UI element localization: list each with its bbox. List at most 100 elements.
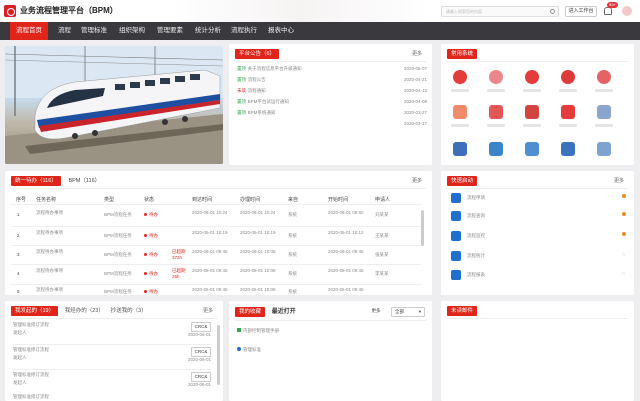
app-icon [451, 270, 461, 280]
bell-icon[interactable] [604, 7, 612, 15]
list-item[interactable]: 未读 流程通知 2020-04-13 [237, 88, 427, 99]
list-item[interactable]: 管理标准 [237, 347, 261, 353]
favorites-card: 我的收藏 最近打开 更多 全部 ▾ 内部控制管理手册 管理标准 [229, 301, 432, 401]
app-icon [451, 193, 461, 203]
app-icon[interactable] [525, 105, 539, 119]
list-item[interactable]: 内部控制管理手册 [237, 328, 279, 334]
list-item[interactable]: 置顶 BPM系统通知 2020-03-27 [237, 110, 427, 121]
list-item[interactable]: 流程统计 ☆ [451, 249, 626, 263]
app-icon[interactable] [597, 70, 611, 84]
nav-execution[interactable]: 流程执行 [231, 22, 257, 40]
main-nav: 流程首页 流程 管理标准 组织架构 管理要素 统计分析 流程执行 报表中心 [0, 22, 640, 40]
tab-bpm[interactable]: BPM（116） [68, 178, 100, 184]
top-bar: 业务流程管理平台（BPM） 请输入搜索您的内容 进入工作台 99+ [0, 0, 640, 22]
tab-unified-todo[interactable]: 统一待办（116） [11, 176, 61, 186]
app-icon[interactable] [525, 70, 539, 84]
banner-image[interactable] [5, 46, 223, 164]
app-icon [451, 211, 461, 221]
divider [13, 344, 211, 345]
divider [11, 245, 421, 246]
app-icon[interactable] [453, 70, 467, 84]
list-item[interactable]: 流程监控 [451, 229, 626, 243]
divider [11, 188, 426, 189]
app-icon[interactable] [597, 105, 611, 119]
notice-list: 置顶 关于流程信息平台升级通知 2020-05-07 置顶 流程公告 2020-04… [237, 66, 427, 132]
list-item[interactable]: 管理标准修订流程 CRC& 发起人 2020-06-01 [13, 322, 211, 342]
divider [447, 318, 628, 319]
app-title: 业务流程管理平台（BPM） [20, 6, 118, 15]
nav-org[interactable]: 组织架构 [119, 22, 145, 40]
list-item[interactable]: 流程报表 ☆ [451, 268, 626, 282]
divider [11, 284, 421, 285]
fav-more-link[interactable]: 更多 [365, 307, 387, 315]
app-icon[interactable] [597, 142, 611, 156]
divider [13, 369, 211, 370]
tab-cc[interactable]: 抄送我的（3） [111, 308, 147, 314]
app-icon[interactable] [489, 70, 503, 84]
tab-handled[interactable]: 我经办的（23） [65, 308, 104, 314]
col-header: 类型 [104, 197, 115, 203]
list-item[interactable]: 置顶 流程公告 2020-04-21 [237, 77, 427, 88]
todo-scrollbar[interactable] [421, 210, 424, 246]
overdue-label: 已超期372h [172, 249, 186, 260]
col-header: 任务名称 [36, 197, 57, 203]
nav-reports[interactable]: 报表中心 [268, 22, 294, 40]
filter-select[interactable]: 全部 ▾ [391, 307, 425, 317]
app-icon[interactable] [525, 142, 539, 156]
tab-favorites[interactable]: 我的收藏 [235, 307, 266, 317]
quick-start-title: 快速启动 [447, 176, 478, 186]
divider [447, 188, 628, 189]
col-header: 申请人 [375, 197, 391, 203]
todo-more-link[interactable]: 更多 [412, 177, 422, 184]
nav-statistics[interactable]: 统计分析 [195, 22, 221, 40]
app-icon[interactable] [561, 70, 575, 84]
notice-card: 平台公告（6） 更多 置顶 关于流程信息平台升级通知 2020-05-07 置顶 流… [229, 44, 432, 165]
notice-more-link[interactable]: 更多 [412, 50, 422, 57]
list-item[interactable]: 置顶 关于流程信息平台升级通知 2020-05-07 [237, 66, 427, 77]
file-icon [237, 328, 241, 332]
notice-title[interactable]: 平台公告（6） [235, 49, 280, 59]
list-item[interactable]: 流程申请 [451, 191, 626, 205]
app-icon[interactable] [489, 142, 503, 156]
divider [235, 320, 426, 321]
list-item[interactable]: 管理标准修订流程 CRC& 发起人 2020-06-01 [13, 372, 211, 392]
nav-home[interactable]: 流程首页 [10, 22, 48, 40]
divider [11, 264, 421, 265]
divider [11, 318, 217, 319]
search-input[interactable]: 请输入搜索您的内容 [441, 6, 559, 17]
star-icon [622, 194, 626, 198]
nav-elements[interactable]: 管理要素 [157, 22, 183, 40]
list-item[interactable]: 管理标准修订流程 [13, 394, 211, 401]
nav-standards[interactable]: 管理标准 [81, 22, 107, 40]
my-process-card: 我发起的（19） 我经办的（23） 抄送我的（3） 更多 管理标准修订流程 CR… [5, 301, 223, 401]
header-decoration [170, 0, 430, 22]
list-item[interactable]: 流程查询 [451, 209, 626, 223]
app-icon[interactable] [453, 142, 467, 156]
app-icon[interactable] [453, 105, 467, 119]
app-icon[interactable] [489, 105, 503, 119]
star-outline-icon: ☆ [621, 252, 626, 258]
divider [11, 226, 421, 227]
col-header: 到达时间 [192, 197, 213, 203]
list-item[interactable]: 2020-03-17 [237, 121, 427, 132]
app-icon[interactable] [561, 105, 575, 119]
train-illustration [5, 46, 223, 164]
nav-process[interactable]: 流程 [58, 22, 71, 40]
avatar[interactable] [622, 6, 632, 16]
star-icon [622, 212, 626, 216]
search-icon[interactable] [550, 9, 555, 14]
list-item[interactable]: 置顶 BPM平台试运行通知 2020-04-08 [237, 99, 427, 110]
tab-recent[interactable]: 最近打开 [272, 309, 296, 315]
list-item[interactable]: 管理标准修订流程 CRC& 发起人 2020-06-01 [13, 347, 211, 367]
tab-initiated[interactable]: 我发起的（19） [11, 306, 59, 316]
my-scrollbar[interactable] [217, 325, 220, 385]
notification-badge: 99+ [607, 2, 618, 8]
enter-workspace-button[interactable]: 进入工作台 [565, 6, 597, 17]
col-header: 来自 [288, 197, 299, 203]
my-more-link[interactable]: 更多 [203, 307, 213, 314]
app-icon[interactable] [561, 142, 575, 156]
quick-more-link[interactable]: 更多 [614, 177, 624, 184]
cloud-icon [451, 231, 461, 241]
app-logo [4, 5, 16, 17]
common-systems-card: 常用系统 [441, 44, 634, 165]
